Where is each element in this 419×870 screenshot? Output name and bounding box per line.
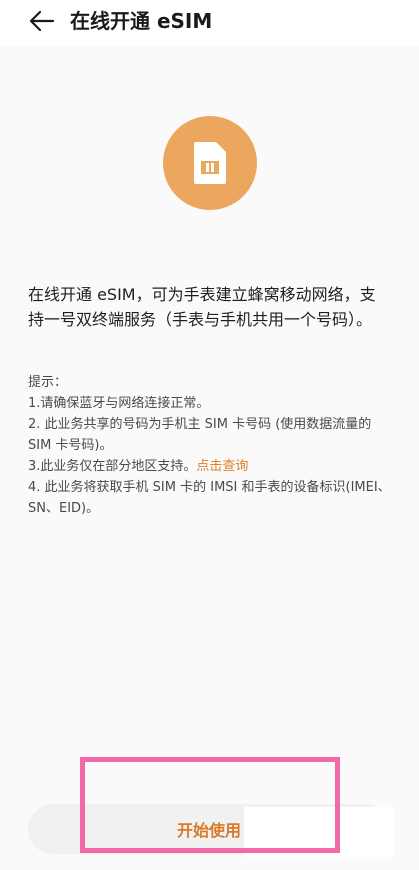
- esim-activation-screen: 在线开通 eSIM 在线开通 eSIM，可为手表建立蜂窝移动网络，支持一号双终端…: [0, 0, 419, 870]
- tip-item: 1.请确保蓝牙与网络连接正常。: [28, 396, 210, 411]
- tip-item: 2. 此业务共享的号码为手机主 SIM 卡号码 (使用数据流量的 SIM 卡号码…: [28, 417, 372, 453]
- back-button[interactable]: [26, 6, 58, 36]
- tips-heading: 提示：: [28, 375, 68, 390]
- page-title: 在线开通 eSIM: [70, 9, 213, 33]
- tip-item: 4. 此业务将获取手机 SIM 卡的 IMSI 和手表的设备标识(IMEI、SN…: [28, 480, 391, 516]
- tip-item: 3.此业务仅在部分地区支持。点击查询: [28, 456, 398, 477]
- check-region-link[interactable]: 点击查询: [196, 459, 248, 474]
- start-button-label: 开始使用: [176, 821, 241, 840]
- sim-card-badge: [163, 116, 257, 210]
- tip-text: 3.此业务仅在部分地区支持。: [28, 459, 197, 474]
- arrow-left-icon: [29, 10, 55, 32]
- overlay-patch: [244, 807, 394, 857]
- sim-card-icon: [194, 142, 226, 184]
- header-bar: 在线开通 eSIM: [0, 0, 419, 46]
- tips-section: 提示： 1.请确保蓝牙与网络连接正常。 2. 此业务共享的号码为手机主 SIM …: [28, 372, 398, 519]
- intro-description: 在线开通 eSIM，可为手表建立蜂窝移动网络，支持一号双终端服务（手表与手机共用…: [28, 285, 376, 329]
